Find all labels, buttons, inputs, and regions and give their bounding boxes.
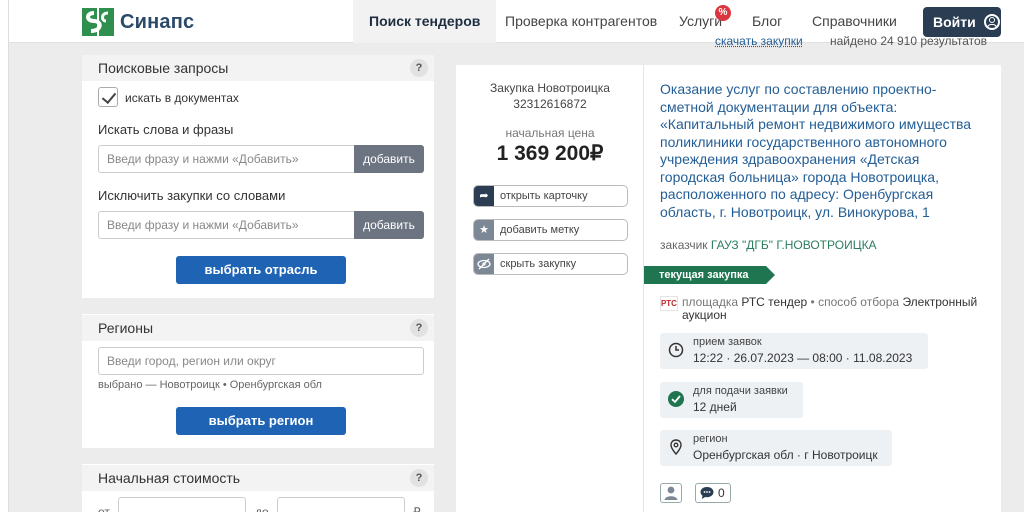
search-queries-header: Поисковые запросы ? xyxy=(82,55,434,81)
deadline-label: для подачи заявки xyxy=(693,385,788,397)
person-icon xyxy=(664,486,678,500)
platform-text: площадка РТС тендер • способ отбора Элек… xyxy=(682,295,978,322)
tender-card: Закупка Новотроицка 32312616872 начальна… xyxy=(456,65,1001,512)
section-divider xyxy=(82,448,434,464)
share-arrow-icon: ➦ xyxy=(474,186,494,206)
hide-tender-label: скрыть закупку xyxy=(500,258,577,270)
platform-name: РТС тендер xyxy=(741,295,808,309)
price-to-input[interactable] xyxy=(277,497,405,512)
price-from-input[interactable] xyxy=(118,497,246,512)
customer-label: заказчик xyxy=(660,238,708,252)
choose-industry-button[interactable]: выбрать отрасль xyxy=(176,256,346,284)
regions-title: Регионы xyxy=(98,320,154,336)
login-button[interactable]: Войти xyxy=(923,7,1001,37)
services-discount-badge: % xyxy=(715,5,731,21)
region-search-input[interactable]: Введи город, регион или округ xyxy=(98,347,424,375)
section-divider xyxy=(82,298,434,314)
logo-icon xyxy=(82,8,114,36)
eye-off-icon xyxy=(474,254,494,274)
help-icon[interactable]: ? xyxy=(410,59,428,77)
comments-button[interactable]: 0 xyxy=(695,483,731,503)
exclude-words-input[interactable]: Введи фразу и нажми «Добавить» xyxy=(98,211,356,239)
help-icon[interactable]: ? xyxy=(410,319,428,337)
deadline-box: для подачи заявки 12 дней xyxy=(660,382,803,418)
application-period-value: 12:22 · 26.07.2023 — 08:00 · 11.08.2023 xyxy=(693,351,913,365)
search-in-docs-label: искать в документах xyxy=(125,91,239,105)
hide-tender-button[interactable]: скрыть закупку xyxy=(473,253,628,275)
application-period-label: прием заявок xyxy=(693,336,762,348)
tender-price: 1 369 200₽ xyxy=(496,142,604,165)
nav-check-contractors[interactable]: Проверка контрагентов xyxy=(505,0,657,43)
region-value: Оренбургская обл · г Новотроицк xyxy=(693,448,878,462)
clock-icon xyxy=(668,342,684,358)
open-card-label: открыть карточку xyxy=(500,190,588,202)
comments-count: 0 xyxy=(718,486,725,500)
add-tag-button[interactable]: ★ добавить метку xyxy=(473,219,628,241)
tender-number: 32312616872 xyxy=(513,97,587,111)
search-words-input[interactable]: Введи фразу и нажми «Добавить» xyxy=(98,145,356,173)
filters-panel: Поисковые запросы ? искать в документах … xyxy=(82,55,434,512)
exclude-words-label: Исключить закупки со словами xyxy=(98,188,286,203)
initial-price-title: Начальная стоимость xyxy=(98,470,241,486)
platform-label: площадка xyxy=(682,295,739,309)
price-from-label: от xyxy=(98,505,110,512)
comment-icon xyxy=(700,487,714,499)
help-icon[interactable]: ? xyxy=(410,469,428,487)
deadline-value: 12 дней xyxy=(693,400,737,414)
login-label: Войти xyxy=(933,14,976,30)
open-card-button[interactable]: ➦ открыть карточку xyxy=(473,185,628,207)
tender-meta-column: Закупка Новотроицка 32312616872 начальна… xyxy=(456,65,644,512)
add-tag-label: добавить метку xyxy=(500,224,580,236)
choose-region-button[interactable]: выбрать регион xyxy=(176,407,346,435)
initial-price-label: начальная цена xyxy=(505,126,595,140)
brand-name: Синапс xyxy=(120,10,195,33)
results-count: найдено 24 910 результатов xyxy=(830,34,988,48)
regions-header: Регионы ? xyxy=(82,315,434,341)
customer-profile-button[interactable] xyxy=(660,483,682,503)
customer-info: заказчик ГАУЗ "ДГБ" Г.НОВОТРОИЦКА xyxy=(660,238,877,252)
nav-search-tenders[interactable]: Поиск тендеров xyxy=(353,0,497,43)
region-label: регион xyxy=(693,433,728,445)
customer-link[interactable]: ГАУЗ "ДГБ" Г.НОВОТРОИЦКА xyxy=(711,238,877,252)
star-icon: ★ xyxy=(474,220,494,240)
initial-price-header: Начальная стоимость ? xyxy=(82,465,434,491)
search-in-docs-checkbox[interactable] xyxy=(98,87,118,107)
logo[interactable]: Синапс xyxy=(82,8,194,36)
tender-location: Закупка Новотроицка xyxy=(490,81,610,95)
region-box: регион Оренбургская обл · г Новотроицк xyxy=(660,430,892,466)
add-search-words-button[interactable]: добавить xyxy=(354,145,424,173)
rts-logo: РТС xyxy=(660,296,678,311)
application-period-box: прием заявок 12:22 · 26.07.2023 — 08:00 … xyxy=(660,333,928,369)
search-words-label: Искать слова и фразы xyxy=(98,122,234,137)
search-queries-title: Поисковые запросы xyxy=(98,60,229,76)
platform-info: РТС площадка РТС тендер • способ отбора … xyxy=(660,296,990,322)
method-label: способ отбора xyxy=(818,295,900,309)
user-icon xyxy=(983,14,1000,30)
add-exclude-words-button[interactable]: добавить xyxy=(354,211,424,239)
check-circle-icon xyxy=(668,391,684,407)
price-currency-label: ₽ xyxy=(413,505,421,512)
price-to-label: до xyxy=(255,505,269,512)
download-tenders-link[interactable]: скачать закупки xyxy=(715,34,803,48)
left-window-edge xyxy=(0,0,9,512)
current-tender-tag: текущая закупка xyxy=(644,266,775,284)
tender-title-link[interactable]: Оказание услуг по составлению проектно-с… xyxy=(660,81,980,221)
location-pin-icon xyxy=(670,439,682,455)
selected-regions-note: выбрано — Новотроицк • Оренбургская обл xyxy=(98,379,322,391)
